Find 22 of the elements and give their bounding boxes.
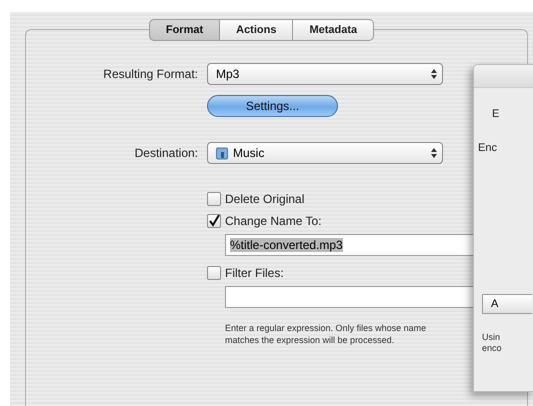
tab[interactable]: Format bbox=[148, 19, 220, 41]
sheet-button[interactable]: A bbox=[482, 294, 532, 314]
stepper-arrows-icon bbox=[430, 146, 438, 160]
settings-button[interactable]: Settings... bbox=[207, 95, 338, 117]
checkbox-label: Delete Original bbox=[225, 192, 304, 206]
destination-label: Destination: bbox=[134, 146, 198, 160]
sheet-label: Enc bbox=[478, 142, 498, 154]
checkbox[interactable] bbox=[207, 192, 221, 206]
format-popup[interactable]: Mp3 bbox=[207, 63, 443, 85]
resulting-format-label: Resulting Format: bbox=[102, 67, 198, 81]
help-text: Enter a regular expression. Only files whose name matches the expression will be processed. bbox=[225, 322, 428, 346]
checkbox[interactable] bbox=[207, 214, 221, 228]
sheet-label: E bbox=[492, 108, 500, 120]
checkbox-label: Change Name To: bbox=[225, 214, 322, 228]
checkbox[interactable] bbox=[207, 266, 221, 280]
tab[interactable]: Actions bbox=[220, 19, 294, 41]
destination-popup[interactable]: Music bbox=[207, 142, 443, 164]
sheet-note-text: enco bbox=[481, 343, 503, 354]
stepper-arrows-icon bbox=[430, 67, 438, 81]
checkbox-label: Filter Files: bbox=[225, 266, 284, 280]
tab[interactable]: Metadata bbox=[293, 19, 374, 41]
sheet-note-text: Usin bbox=[481, 332, 502, 343]
